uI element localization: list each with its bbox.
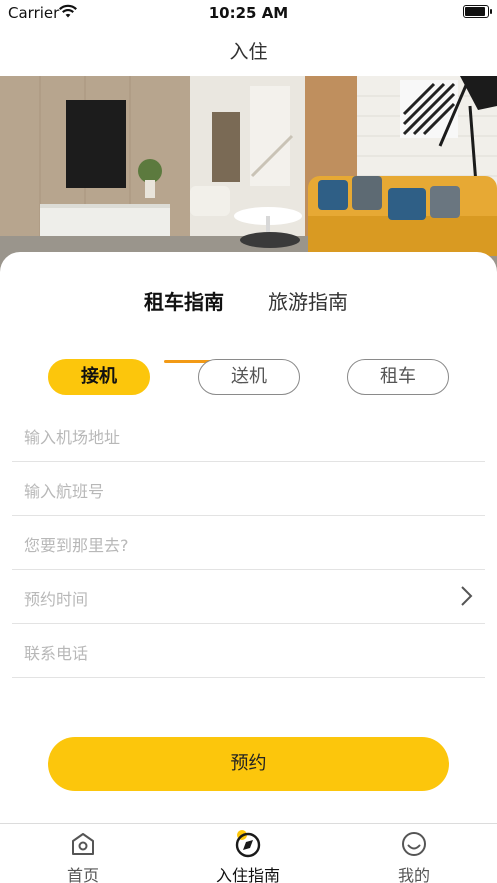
booking-card: 租车指南 旅游指南 接机 送机 租车 输入机场地址 输入航班号 您要到那里去? … (0, 252, 497, 824)
car-rental-button[interactable]: 租车 (347, 359, 449, 395)
airport-dropoff-button[interactable]: 送机 (198, 359, 300, 395)
tab-bar-label-profile: 我的 (397, 866, 430, 883)
airport-address-placeholder: 输入机场地址 (24, 428, 121, 447)
battery-icon (463, 5, 492, 18)
phone-field[interactable]: 联系电话 (12, 624, 485, 678)
status-bar: Carrier 10:25 AM (0, 0, 497, 26)
booking-time-label: 预约时间 (24, 590, 89, 609)
tab-travel-guide[interactable]: 旅游指南 (268, 286, 348, 315)
airport-pickup-button[interactable]: 接机 (48, 359, 150, 395)
tab-bar-item-home[interactable]: 首页 (23, 824, 143, 883)
home-icon (72, 833, 94, 855)
book-button[interactable]: 预约 (48, 737, 449, 791)
navigation-bar: 入住 (0, 26, 497, 76)
tab-bar: 首页 入住指南 我的 (0, 823, 497, 883)
smiley-icon (402, 832, 426, 856)
flight-number-placeholder: 输入航班号 (24, 482, 105, 501)
tab-bar-item-checkin-guide[interactable]: 入住指南 (188, 824, 308, 883)
status-time: 10:25 AM (208, 4, 289, 22)
compass-icon (235, 830, 261, 858)
tab-bar-item-profile[interactable]: 我的 (354, 824, 474, 883)
airport-address-field[interactable]: 输入机场地址 (12, 408, 485, 462)
phone-placeholder: 联系电话 (24, 644, 89, 663)
page-title: 入住 (229, 41, 268, 63)
flight-number-field[interactable]: 输入航班号 (12, 462, 485, 516)
battery-fill (465, 7, 485, 16)
tab-car-rental-guide[interactable]: 租车指南 (144, 286, 224, 315)
tab-bar-label-home: 首页 (66, 866, 99, 883)
guide-tabs: 租车指南 旅游指南 (0, 286, 497, 363)
tab-bar-label-checkin-guide: 入住指南 (215, 866, 280, 883)
chevron-right-icon (461, 586, 473, 606)
destination-field[interactable]: 您要到那里去? (12, 516, 485, 570)
destination-placeholder: 您要到那里去? (24, 536, 129, 555)
booking-time-row[interactable]: 预约时间 (12, 570, 485, 624)
